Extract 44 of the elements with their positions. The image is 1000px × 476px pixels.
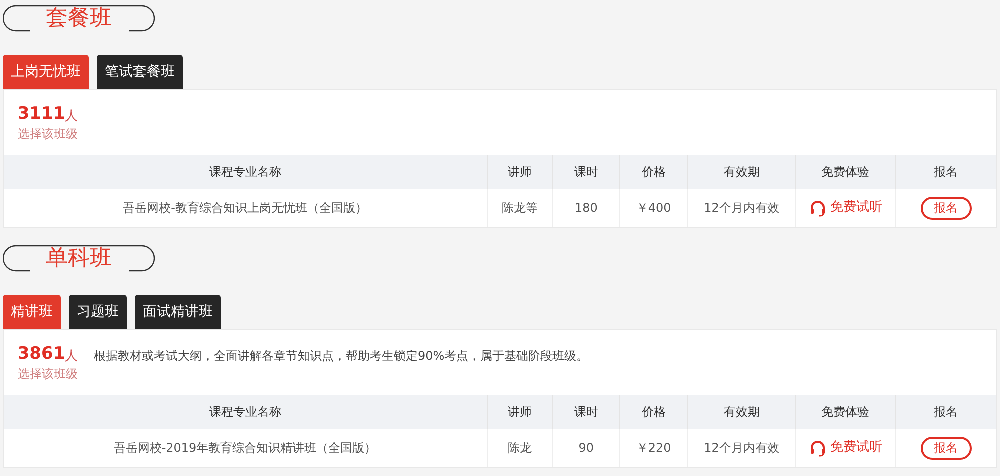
- headset-icon: [808, 199, 827, 217]
- column-header: 有效期: [688, 155, 796, 189]
- column-header: 有效期: [688, 395, 796, 429]
- column-header: 课时: [553, 155, 620, 189]
- tab[interactable]: 上岗无忧班: [3, 55, 89, 89]
- table-cell: 陈龙: [488, 429, 554, 467]
- enrolled-count: 3111: [18, 104, 66, 126]
- count-unit: 人: [65, 109, 78, 126]
- count-caption: 选择该班级: [18, 126, 78, 144]
- free-trial-link[interactable]: 免费试听: [808, 198, 883, 218]
- column-header: 价格: [620, 155, 688, 189]
- column-header: 讲师: [488, 395, 554, 429]
- enrolled-count: 3861: [18, 344, 66, 366]
- table-cell: ￥400: [620, 189, 688, 227]
- tab[interactable]: 面试精讲班: [135, 295, 221, 329]
- table-cell: 吾岳网校-2019年教育综合知识精讲班（全国版）: [4, 429, 488, 467]
- table-cell: 12个月内有效: [688, 189, 796, 227]
- table-cell: 12个月内有效: [688, 429, 796, 467]
- class-description: 根据教材或考试大纲，全面讲解各章节知识点，帮助考生锁定90%考点，属于基础阶段班级。: [94, 348, 589, 365]
- count-caption: 选择该班级: [18, 366, 78, 384]
- column-header: 价格: [620, 395, 688, 429]
- column-header: 免费体验: [796, 155, 896, 189]
- table-cell: 吾岳网校-教育综合知识上岗无忧班（全国版）: [4, 189, 488, 227]
- enroll-button[interactable]: 报名: [920, 436, 972, 460]
- column-header: 课程专业名称: [4, 155, 488, 189]
- table-cell: 180: [553, 189, 620, 227]
- headset-icon: [808, 439, 827, 457]
- column-header: 报名: [933, 404, 960, 421]
- column-header: 报名: [933, 164, 960, 181]
- column-header: 讲师: [488, 155, 554, 189]
- table-cell: ￥220: [620, 429, 688, 467]
- column-header: 课程专业名称: [4, 395, 488, 429]
- count-unit: 人: [65, 349, 78, 366]
- tab[interactable]: 笔试套餐班: [97, 55, 183, 89]
- enroll-button[interactable]: 报名: [920, 196, 972, 220]
- tab[interactable]: 习题班: [69, 295, 127, 329]
- column-header: 课时: [553, 395, 620, 429]
- section-title: 单科班: [45, 248, 113, 270]
- free-trial-link[interactable]: 免费试听: [808, 438, 883, 458]
- tab[interactable]: 精讲班: [3, 295, 61, 329]
- section-title: 套餐班: [45, 8, 113, 30]
- column-header: 免费体验: [796, 395, 896, 429]
- table-cell: 90: [553, 429, 620, 467]
- table-cell: 陈龙等: [488, 189, 554, 227]
